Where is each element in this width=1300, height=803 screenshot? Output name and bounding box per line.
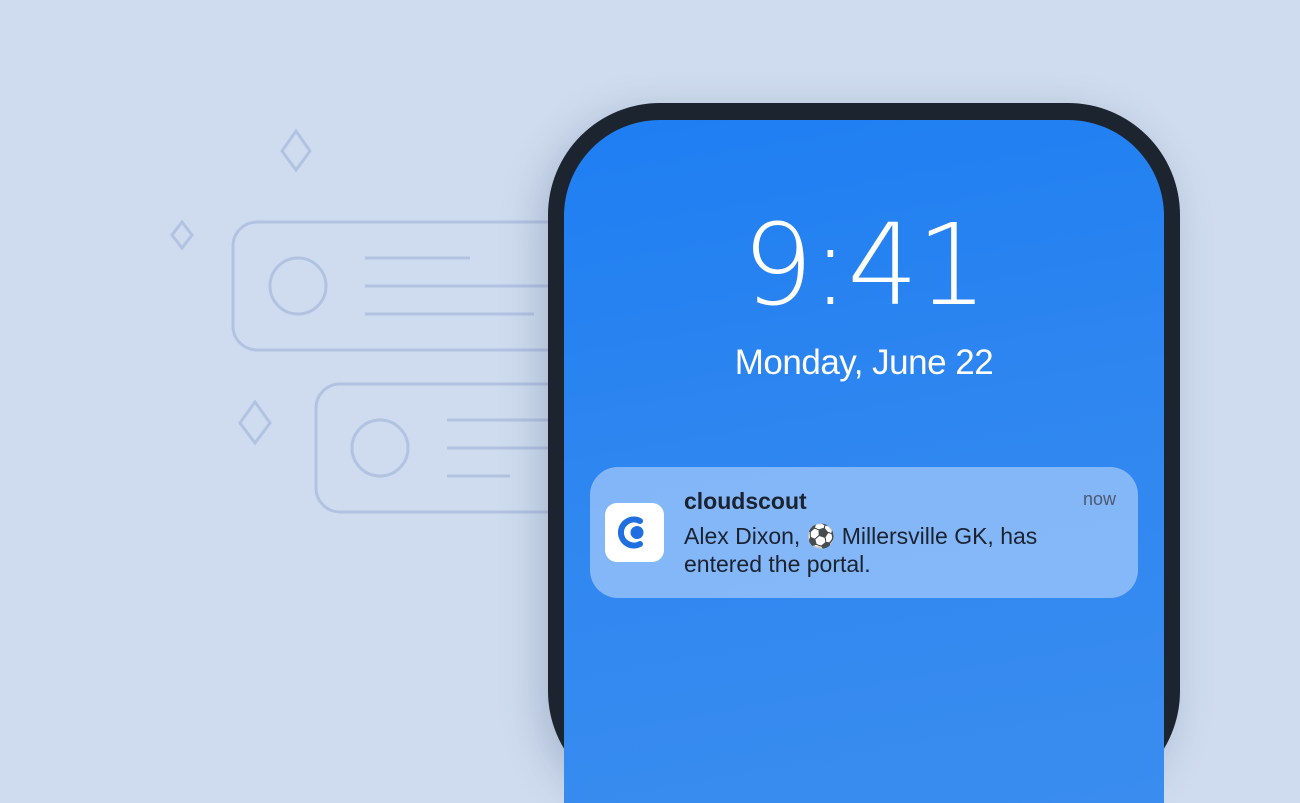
placeholder-avatar [350, 418, 410, 478]
lock-screen-time: 9:41 [742, 201, 988, 331]
placeholder-avatar [268, 256, 328, 316]
notification-time: now [1082, 489, 1116, 509]
sparkle-diamond-icon [238, 399, 272, 446]
phone-frame: 9:41 Monday, June 22 cloudscout now Alex… [548, 103, 1180, 803]
notification-message: Alex Dixon, ⚽ Millersville GK, has enter… [684, 523, 1038, 577]
push-notification[interactable]: cloudscout now Alex Dixon, ⚽ Millersvill… [590, 467, 1138, 598]
sparkle-diamond-icon [280, 128, 312, 173]
sparkle-diamond-icon [170, 219, 194, 251]
lock-screen: 9:41 Monday, June 22 cloudscout now Alex… [564, 120, 1164, 803]
notification-app-name: cloudscout [684, 488, 807, 514]
cloudscout-logo-icon [605, 503, 664, 562]
lock-screen-date: Monday, June 22 [734, 343, 994, 382]
